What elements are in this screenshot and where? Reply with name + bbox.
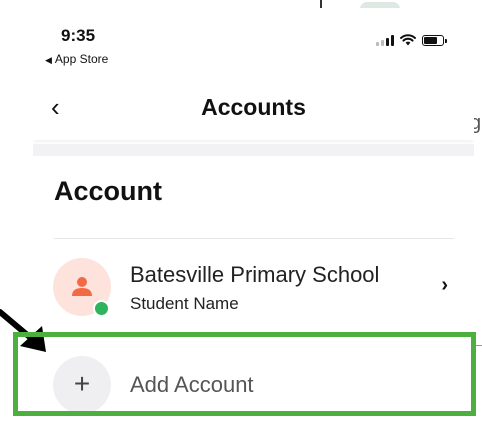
page-title: Accounts	[201, 94, 306, 120]
account-card: Account Batesville Primary School Studen…	[33, 156, 474, 436]
divider	[54, 238, 454, 239]
back-to-app-link[interactable]: ◀ App Store	[45, 52, 108, 66]
online-status-indicator	[93, 300, 110, 317]
navigation-bar: ‹ Accounts	[33, 72, 474, 140]
account-subtitle: Student Name	[130, 294, 239, 313]
status-icons	[376, 34, 447, 46]
status-bar: 9:35 ◀ App Store	[33, 8, 474, 72]
add-account-button[interactable]: + Add Account	[33, 344, 474, 424]
back-triangle-icon: ◀	[45, 55, 52, 65]
plus-icon: +	[53, 356, 111, 414]
person-icon	[72, 277, 92, 296]
wifi-icon	[400, 34, 416, 46]
cellular-signal-icon	[376, 34, 394, 46]
phone-screen: 9:35 ◀ App Store ‹ Accounts Account Bate…	[33, 8, 474, 436]
section-title: Account	[54, 176, 162, 206]
chevron-right-icon: ›	[441, 274, 448, 296]
content-area: Account Batesville Primary School Studen…	[33, 144, 474, 436]
account-row[interactable]: Batesville Primary School Student Name ›	[33, 244, 474, 324]
account-name: Batesville Primary School	[130, 262, 380, 287]
arrow-annotation-icon	[0, 309, 46, 352]
status-time: 9:35	[61, 26, 96, 45]
back-to-app-label: App Store	[54, 52, 109, 66]
add-account-label: Add Account	[130, 372, 254, 397]
battery-icon	[422, 34, 447, 46]
